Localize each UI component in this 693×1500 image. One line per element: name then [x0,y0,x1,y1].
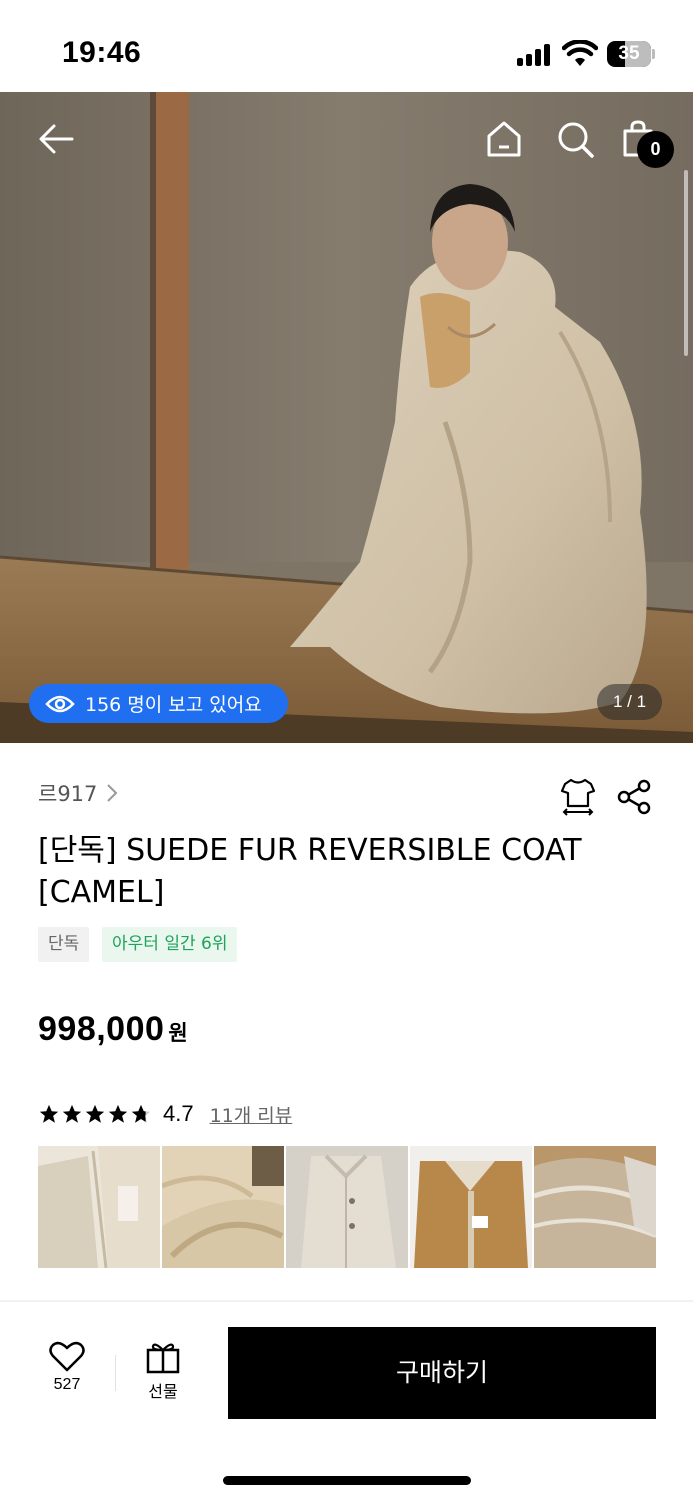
home-icon[interactable] [482,117,526,161]
price-currency: 원 [168,1021,188,1045]
signal-icon [517,44,553,66]
gift-icon [146,1343,180,1374]
cart-count-badge: 0 [637,131,674,168]
tag-exclusive: 단독 [38,927,90,962]
wifi-icon [562,40,598,66]
viewers-text: 156 명이 보고 있어요 [85,694,262,716]
eye-icon [45,695,75,712]
brand-link[interactable]: 르917 [38,778,119,808]
review-photo-thumb[interactable] [410,1146,532,1268]
star-icon [108,1104,128,1123]
gift-label: 선물 [148,1382,178,1401]
like-count: 527 [53,1376,81,1393]
review-photo-thumb[interactable] [534,1146,656,1268]
back-arrow-icon[interactable] [34,117,78,161]
review-photo [38,1146,160,1268]
product-photo [0,92,693,743]
star-rating [38,1103,153,1125]
status-time: 19:46 [62,36,142,69]
review-photo [410,1146,532,1268]
share-icon[interactable] [615,778,653,816]
review-photo-thumb[interactable] [286,1146,408,1268]
heart-icon [49,1341,85,1372]
tag-ranking[interactable]: 아우터 일간 6위 [102,927,238,962]
bottom-bar-separator [115,1355,116,1391]
image-page-indicator: 1 / 1 [597,684,662,720]
viewers-badge: 156 명이 보고 있어요 [29,684,288,723]
product-image-carousel[interactable] [0,92,693,743]
size-guide-icon[interactable] [558,776,598,816]
section-divider [0,1300,693,1302]
review-photo-thumb[interactable] [162,1146,284,1268]
scroll-indicator [684,170,688,356]
search-icon[interactable] [553,117,597,161]
brand-name: 르917 [38,782,98,806]
price-value: 998,000 [38,1010,165,1048]
star-icon [62,1104,82,1123]
price: 998,000 원 [38,1010,188,1049]
star-icon [39,1104,59,1123]
product-title: [단독] SUEDE FUR REVERSIBLE COAT [CAMEL] [38,833,582,910]
battery-icon: 35 [607,41,655,67]
rating-row: 4.7 11개 리뷰 [38,1099,292,1129]
status-bar: 19:46 35 [0,0,693,92]
star-half-icon [131,1104,151,1123]
review-photo [286,1146,408,1268]
review-photo [534,1146,656,1268]
review-count-link[interactable]: 11개 리뷰 [210,1101,293,1128]
review-photo-strip [38,1146,658,1268]
home-indicator [223,1476,471,1485]
like-button[interactable]: 527 [36,1340,98,1410]
review-photo [162,1146,284,1268]
review-photo-thumb[interactable] [38,1146,160,1268]
gift-button[interactable]: 선물 [132,1340,194,1410]
star-icon [85,1104,105,1123]
chevron-right-icon [107,784,118,802]
buy-button[interactable]: 구매하기 [228,1327,656,1419]
rating-score: 4.7 [163,1101,194,1126]
battery-level: 35 [618,43,640,64]
